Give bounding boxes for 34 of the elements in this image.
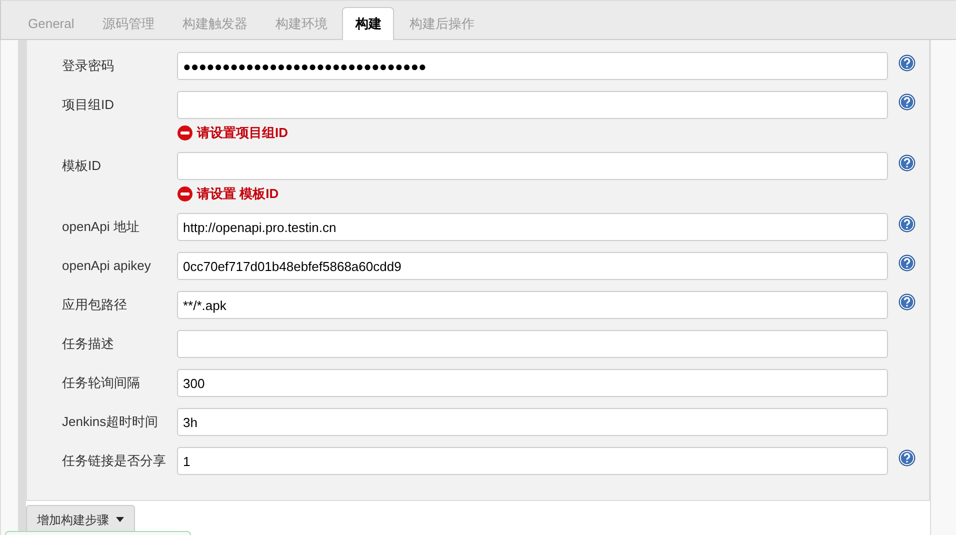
input-field[interactable]: http://openapi.pro.testin.cn <box>177 213 888 241</box>
help-icon[interactable] <box>898 449 916 467</box>
error-icon <box>177 125 193 141</box>
help-icon[interactable] <box>898 93 916 111</box>
error-message: 请设置项目组ID <box>197 124 288 142</box>
input-field[interactable]: 300 <box>177 369 888 397</box>
input-field[interactable] <box>177 330 888 358</box>
input-field[interactable] <box>177 91 888 119</box>
error-message: 请设置 模板ID <box>197 185 279 204</box>
error-icon <box>177 186 193 202</box>
field-label: 任务轮询间隔 <box>61 374 141 392</box>
field-label: 任务链接是否分享 <box>61 452 167 470</box>
field-label: openApi apikey <box>61 257 152 275</box>
input-field[interactable]: 3h <box>177 408 888 436</box>
field-label: 登录密码 <box>61 57 115 75</box>
help-icon[interactable] <box>898 154 916 172</box>
caret-icon <box>116 517 124 522</box>
field-label: 模板ID <box>61 157 102 175</box>
field-label: 项目组ID <box>61 96 115 114</box>
help-icon[interactable] <box>898 215 916 233</box>
help-icon[interactable] <box>898 54 916 72</box>
input-field[interactable]: **/*.apk <box>177 291 888 319</box>
add-step-button[interactable]: 增加构建步骤 <box>26 505 134 534</box>
field-label: 任务描述 <box>61 335 115 353</box>
input-field[interactable]: ●●●●●●●●●●●●●●●●●●●●●●●●●●●●●●● <box>177 52 888 80</box>
input-field[interactable]: 0cc70ef717d01b48ebfef5868a60cdd9 <box>177 252 888 280</box>
field-label: Jenkins超时时间 <box>61 413 160 431</box>
field-label: openApi 地址 <box>61 218 140 236</box>
tab[interactable]: 构建 <box>342 7 394 40</box>
help-icon[interactable] <box>898 293 916 311</box>
input-field[interactable] <box>177 152 888 180</box>
input-field[interactable]: 1 <box>177 447 888 475</box>
help-icon[interactable] <box>898 254 916 272</box>
field-label: 应用包路径 <box>61 296 128 314</box>
